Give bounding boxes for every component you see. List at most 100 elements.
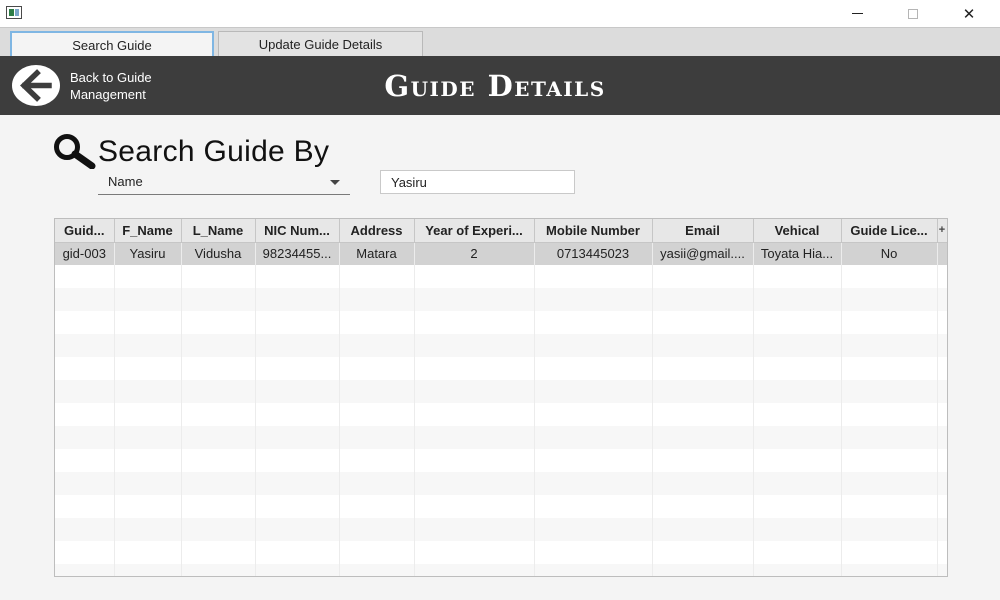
empty-table-cell — [114, 564, 182, 576]
empty-table-cell — [55, 426, 115, 449]
empty-table-cell — [414, 449, 535, 472]
column-header[interactable]: Year of Experi... — [414, 219, 535, 243]
empty-table-cell — [414, 495, 535, 518]
empty-table-row — [55, 426, 947, 449]
empty-table-cell — [181, 564, 256, 576]
empty-table-cell — [414, 265, 535, 288]
tab-update-guide-details[interactable]: Update Guide Details — [218, 31, 423, 57]
maximize-button[interactable] — [890, 0, 936, 27]
empty-table-cell — [841, 288, 938, 311]
empty-table-row — [55, 265, 947, 288]
empty-table-cell — [339, 311, 415, 334]
empty-table-cell — [114, 541, 182, 564]
empty-table-cell — [181, 518, 256, 541]
column-menu-button[interactable]: + — [937, 219, 947, 243]
search-criteria-dropdown[interactable]: Name — [98, 170, 350, 195]
empty-table-cell — [414, 311, 535, 334]
column-header[interactable]: L_Name — [181, 219, 256, 243]
table-cell: yasii@gmail.... — [652, 242, 754, 265]
table-cell: 0713445023 — [534, 242, 653, 265]
maximize-icon — [908, 8, 918, 19]
column-header[interactable]: F_Name — [114, 219, 182, 243]
column-header[interactable]: Guid... — [55, 219, 115, 243]
empty-table-cell — [414, 334, 535, 357]
empty-table-cell — [414, 426, 535, 449]
column-header[interactable]: Guide Lice... — [841, 219, 938, 243]
empty-table-cell — [841, 472, 938, 495]
empty-table-row — [55, 518, 947, 541]
empty-table-row — [55, 288, 947, 311]
close-button[interactable]: ✕ — [946, 0, 992, 27]
empty-table-row — [55, 380, 947, 403]
empty-table-cell — [534, 426, 653, 449]
empty-table-cell — [937, 472, 947, 495]
plus-icon: + — [938, 224, 946, 237]
empty-table-cell — [255, 564, 340, 576]
empty-table-cell — [181, 449, 256, 472]
empty-table-cell — [534, 334, 653, 357]
table-cell: 2 — [414, 242, 535, 265]
empty-table-row — [55, 311, 947, 334]
app-icon — [6, 6, 22, 19]
empty-table-cell — [339, 426, 415, 449]
empty-table-cell — [114, 472, 182, 495]
empty-table-cell — [534, 541, 653, 564]
empty-table-row — [55, 449, 947, 472]
table-row[interactable]: gid-003 Yasiru Vidusha 98234455... Matar… — [55, 242, 947, 265]
empty-table-cell — [55, 334, 115, 357]
empty-table-cell — [841, 334, 938, 357]
empty-table-cell — [841, 564, 938, 576]
close-icon: ✕ — [962, 5, 976, 23]
empty-table-cell — [55, 403, 115, 426]
empty-table-cell — [414, 541, 535, 564]
empty-table-cell — [181, 472, 256, 495]
empty-table-cell — [652, 449, 754, 472]
empty-table-row — [55, 495, 947, 518]
search-input[interactable] — [380, 170, 575, 194]
empty-table-cell — [937, 311, 947, 334]
empty-table-cell — [652, 288, 754, 311]
tab-search-guide[interactable]: Search Guide — [10, 31, 214, 57]
empty-table-cell — [753, 564, 842, 576]
empty-table-cell — [841, 403, 938, 426]
empty-table-cell — [534, 265, 653, 288]
empty-table-cell — [534, 449, 653, 472]
column-header[interactable]: Vehical — [753, 219, 842, 243]
empty-table-cell — [181, 357, 256, 380]
empty-table-cell — [339, 495, 415, 518]
empty-table-cell — [753, 426, 842, 449]
column-header[interactable]: Address — [339, 219, 415, 243]
empty-table-cell — [414, 357, 535, 380]
empty-table-cell — [753, 403, 842, 426]
empty-table-cell — [937, 426, 947, 449]
search-criteria-value: Name — [108, 174, 143, 189]
empty-table-cell — [114, 518, 182, 541]
empty-table-cell — [534, 380, 653, 403]
guide-table[interactable]: Guid... F_Name L_Name NIC Num... Address… — [54, 218, 948, 577]
table-body: gid-003 Yasiru Vidusha 98234455... Matar… — [55, 242, 947, 576]
empty-table-cell — [114, 495, 182, 518]
table-cell: No — [841, 242, 938, 265]
minimize-button[interactable] — [834, 0, 880, 27]
column-header[interactable]: Mobile Number — [534, 219, 653, 243]
empty-table-cell — [753, 449, 842, 472]
empty-table-cell — [181, 380, 256, 403]
empty-table-cell — [255, 265, 340, 288]
empty-table-cell — [753, 380, 842, 403]
empty-table-cell — [534, 472, 653, 495]
empty-table-cell — [114, 380, 182, 403]
column-header[interactable]: NIC Num... — [255, 219, 340, 243]
empty-table-row — [55, 334, 947, 357]
empty-table-cell — [339, 449, 415, 472]
empty-table-cell — [414, 403, 535, 426]
empty-table-cell — [181, 541, 256, 564]
empty-table-cell — [255, 472, 340, 495]
empty-table-cell — [652, 541, 754, 564]
column-header[interactable]: Email — [652, 219, 754, 243]
table-cell — [937, 242, 947, 265]
empty-table-cell — [652, 265, 754, 288]
empty-table-cell — [652, 334, 754, 357]
empty-table-cell — [414, 518, 535, 541]
empty-table-cell — [841, 449, 938, 472]
empty-table-cell — [753, 495, 842, 518]
